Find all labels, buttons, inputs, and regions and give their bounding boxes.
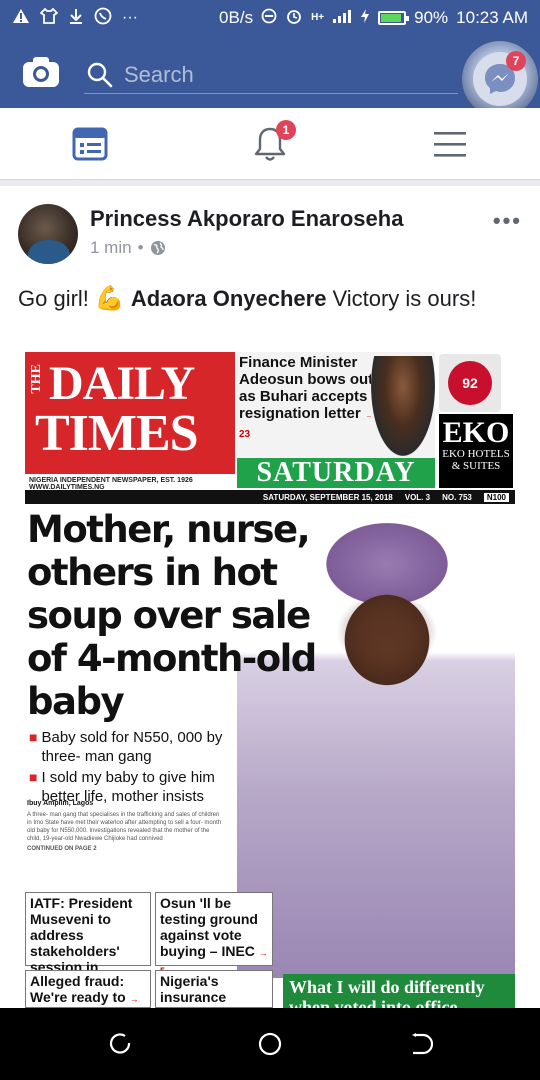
mini-teaser-text: Alleged fraud: We're ready to xyxy=(30,973,126,1005)
back-button[interactable] xyxy=(406,1030,434,1058)
issue-number: NO. 753 xyxy=(442,492,472,502)
teaser-photo xyxy=(371,356,435,456)
masthead-daily: DAILY xyxy=(49,357,195,410)
app-header xyxy=(0,36,540,108)
battery-icon xyxy=(378,11,410,25)
radio-logo-mark: 92 xyxy=(448,361,492,405)
hotel-logo: EKO EKO HOTELS & SUITES xyxy=(439,414,513,488)
post-text-intro: Go girl! xyxy=(18,285,89,311)
whatsapp-icon xyxy=(94,7,112,29)
issue-date: SATURDAY, SEPTEMBER 15, 2018 xyxy=(262,492,393,502)
story-byline: Ibuy Amplim, Lagos xyxy=(27,800,94,807)
story-text: A three- man gang that specialises in th… xyxy=(27,812,222,842)
messenger-chat-head[interactable]: 7 xyxy=(462,41,538,117)
status-bar: ··· 0B/s H+ 90% 10:23 AM xyxy=(0,0,540,36)
masthead-the: THE xyxy=(29,364,44,394)
system-nav-bar xyxy=(0,1008,540,1080)
camera-button[interactable] xyxy=(22,56,60,88)
status-left-icons: ··· xyxy=(12,7,138,29)
mini-teaser: Nigeria's insurance sector records xyxy=(155,970,273,1008)
bottom-teasers: IATF: President Museveni to address stak… xyxy=(25,892,275,1008)
tab-news-feed[interactable] xyxy=(70,124,110,164)
alert-icon xyxy=(12,8,30,28)
hotel-logo-name: EKO HOTELS & SUITES xyxy=(442,448,510,472)
charging-icon xyxy=(360,8,370,28)
flexed-biceps-icon: 💪 xyxy=(94,285,125,312)
notifications-badge: 1 xyxy=(276,120,296,140)
back-icon xyxy=(412,1033,433,1055)
day-banner: SATURDAY xyxy=(237,457,435,488)
do-not-disturb-icon xyxy=(261,8,277,28)
shirt-icon xyxy=(39,7,59,28)
cover-headline: Mother, nurse, others in hot soup over s… xyxy=(27,508,317,723)
masthead-tagline: NIGERIA INDEPENDENT NEWSPAPER, EST. 1926… xyxy=(25,474,235,491)
mini-teaser-text: Nigeria's insurance sector records xyxy=(160,973,257,1008)
meta-separator: • xyxy=(137,238,144,257)
menu-icon xyxy=(434,132,466,157)
clock: 10:23 AM xyxy=(456,8,528,27)
camera-icon xyxy=(23,57,59,87)
mini-teaser: Alleged fraud: We're ready to → 3 xyxy=(25,970,151,1008)
tab-menu[interactable] xyxy=(430,124,470,164)
status-right: 0B/s H+ 90% 10:23 AM xyxy=(219,7,528,29)
post-text: Go girl! 💪 Adaora Onyechere Victory is o… xyxy=(18,284,476,313)
top-teaser-headline: Finance Minister Adeosun bows out as Buh… xyxy=(239,354,375,443)
bullet-square-icon: ■ xyxy=(29,729,38,745)
post-text-outro: Victory is ours! xyxy=(332,285,477,311)
date-bar: SATURDAY, SEPTEMBER 15, 2018 VOL. 3 NO. … xyxy=(25,490,515,504)
tab-notifications[interactable]: 1 xyxy=(250,120,296,164)
masthead: THE DAILY TIMES xyxy=(25,352,235,474)
home-button[interactable] xyxy=(256,1030,284,1058)
mini-teaser: Osun 'll be testing ground against vote … xyxy=(155,892,273,976)
mini-teaser: IATF: President Museveni to address stak… xyxy=(25,892,151,991)
headline-bullets: ■ Baby sold for N550, 000 by three- man … xyxy=(29,728,235,808)
radio-logo: 92 xyxy=(439,354,501,412)
post-photo-newspaper[interactable]: THE DAILY TIMES NIGERIA INDEPENDENT NEWS… xyxy=(25,352,515,1008)
search-bar[interactable] xyxy=(84,56,458,94)
top-teaser: Finance Minister Adeosun bows out as Buh… xyxy=(237,352,435,458)
news-feed-icon xyxy=(72,127,108,161)
post-time[interactable]: 1 min xyxy=(90,238,132,258)
masthead-times: TIMES xyxy=(35,405,199,462)
green-promo: What I will do differently when voted in… xyxy=(283,974,515,1008)
issue-volume: VOL. 3 xyxy=(404,492,431,502)
hotel-logo-mark: EKO xyxy=(442,416,510,449)
bullet-item: ■ Baby sold for N550, 000 by three- man … xyxy=(29,728,235,766)
search-input[interactable] xyxy=(124,61,424,88)
bullet-text: Baby sold for N550, 000 by three- man ga… xyxy=(41,729,223,765)
signal-icon xyxy=(332,8,352,28)
top-teaser-text: Finance Minister Adeosun bows out as Buh… xyxy=(239,354,374,422)
globe-icon xyxy=(150,241,165,255)
story-continued: CONTINUED ON PAGE 2 xyxy=(27,846,97,852)
battery-level xyxy=(381,14,401,22)
post-options-button[interactable]: ••• xyxy=(493,208,522,234)
messenger-badge: 7 xyxy=(506,51,526,71)
author-avatar[interactable] xyxy=(18,204,78,264)
battery-percent: 90% xyxy=(414,8,449,27)
more-dots-icon: ··· xyxy=(122,9,138,26)
recents-icon xyxy=(109,1033,131,1054)
network-speed: 0B/s xyxy=(219,8,254,27)
tagged-person-link[interactable]: Adaora Onyechere xyxy=(131,286,327,312)
mini-teaser-text: Osun 'll be testing ground against vote … xyxy=(160,895,258,959)
recents-button[interactable] xyxy=(106,1030,134,1058)
issue-price: N100 xyxy=(483,492,509,502)
home-icon xyxy=(258,1032,282,1056)
story-body: Ibuy Amplim, Lagos A three- man gang tha… xyxy=(27,800,223,853)
network-type: H+ xyxy=(311,12,325,23)
feed-post: Princess Akporaro Enaroseha 1 min • ••• … xyxy=(0,186,540,1008)
alarm-icon xyxy=(285,7,303,29)
post-author-name[interactable]: Princess Akporaro Enaroseha xyxy=(90,206,403,232)
search-icon xyxy=(87,62,113,87)
post-meta: 1 min • xyxy=(90,238,166,258)
download-icon xyxy=(68,8,84,28)
nav-tabs: 1 xyxy=(0,108,540,180)
